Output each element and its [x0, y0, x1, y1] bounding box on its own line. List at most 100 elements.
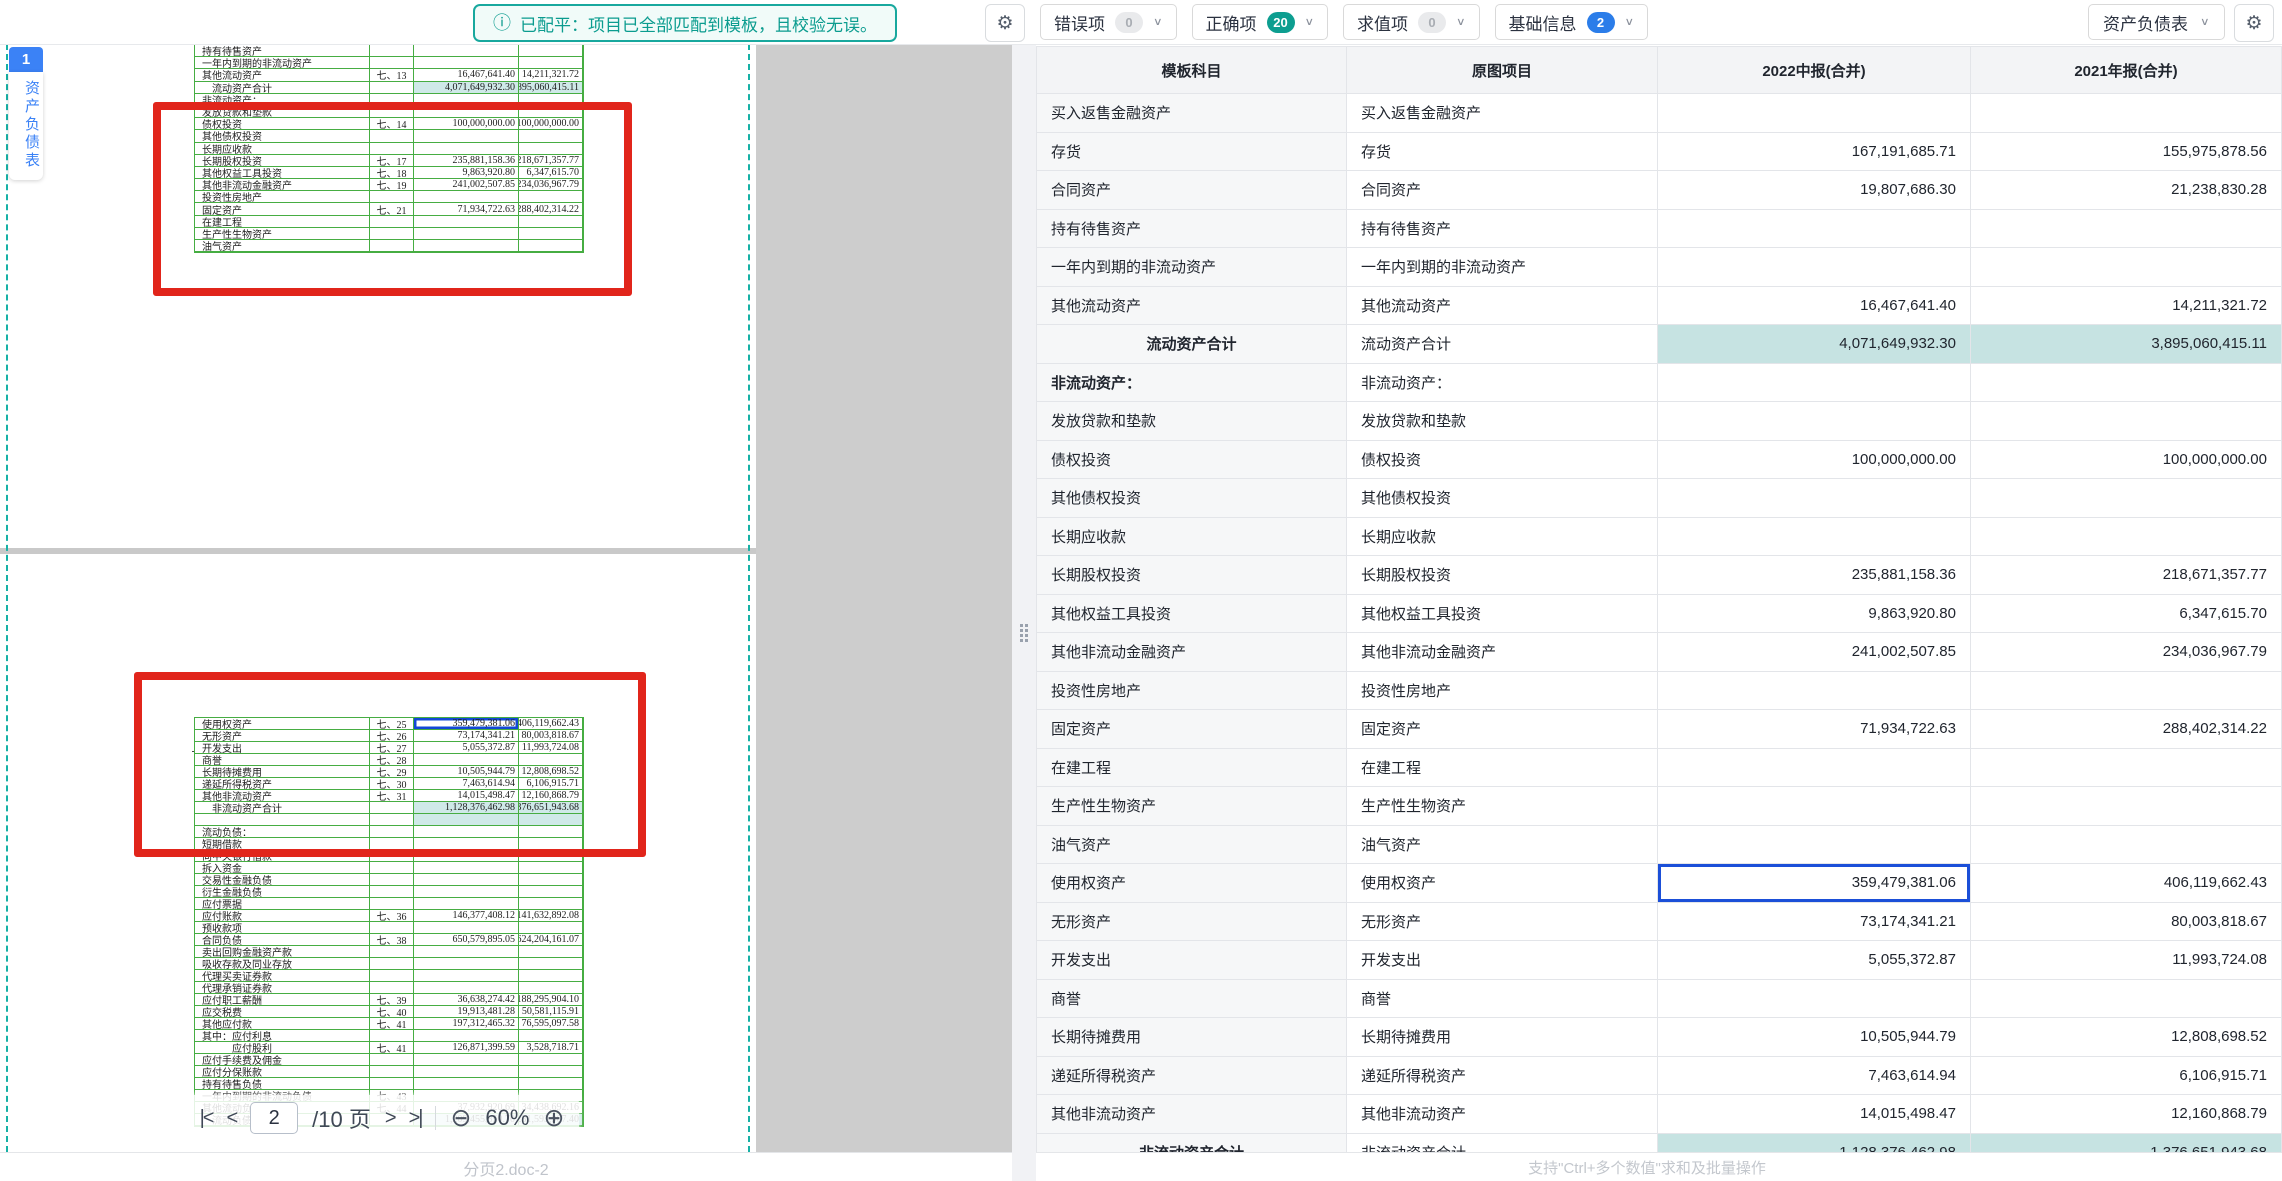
- value-2022-cell[interactable]: [1658, 826, 1971, 865]
- filter-button-1[interactable]: 错误项0∨: [1040, 4, 1177, 40]
- original-item-cell[interactable]: 长期应收款: [1347, 518, 1658, 557]
- value-2021-cell[interactable]: [1971, 787, 2281, 826]
- next-page-button[interactable]: >: [385, 1107, 395, 1130]
- zoom-in-button[interactable]: ⊕: [543, 1103, 564, 1133]
- value-2021-cell[interactable]: 288,402,314.22: [1971, 710, 2281, 749]
- value-2021-cell[interactable]: [1971, 402, 2281, 441]
- original-item-cell[interactable]: 油气资产: [1347, 826, 1658, 865]
- original-item-cell[interactable]: 使用权资产: [1347, 864, 1658, 903]
- original-item-cell[interactable]: 递延所得税资产: [1347, 1057, 1658, 1096]
- original-item-cell[interactable]: 固定资产: [1347, 710, 1658, 749]
- original-item-cell[interactable]: 在建工程: [1347, 749, 1658, 788]
- value-2021-cell[interactable]: 234,036,967.79: [1971, 633, 2281, 672]
- template-subject-cell[interactable]: 一年内到期的非流动资产: [1037, 248, 1347, 287]
- template-subject-cell[interactable]: 递延所得税资产: [1037, 1057, 1347, 1096]
- value-2022-cell[interactable]: 73,174,341.21: [1658, 903, 1971, 942]
- value-2021-cell[interactable]: 6,347,615.70: [1971, 595, 2281, 634]
- original-item-cell[interactable]: 合同资产: [1347, 171, 1658, 210]
- original-item-cell[interactable]: 非流动资产：: [1347, 364, 1658, 403]
- value-2021-cell[interactable]: [1971, 479, 2281, 518]
- template-subject-cell[interactable]: 买入返售金融资产: [1037, 94, 1347, 133]
- original-item-cell[interactable]: 其他流动资产: [1347, 287, 1658, 326]
- original-item-cell[interactable]: 存货: [1347, 133, 1658, 172]
- template-subject-cell[interactable]: 持有待售资产: [1037, 210, 1347, 249]
- original-item-cell[interactable]: 其他债权投资: [1347, 479, 1658, 518]
- template-subject-cell[interactable]: 发放贷款和垫款: [1037, 402, 1347, 441]
- value-2022-cell[interactable]: 235,881,158.36: [1658, 556, 1971, 595]
- value-2022-cell[interactable]: 10,505,944.79: [1658, 1018, 1971, 1057]
- value-2021-cell[interactable]: 21,238,830.28: [1971, 171, 2281, 210]
- value-2022-cell[interactable]: 19,807,686.30: [1658, 171, 1971, 210]
- sheet-tab-balance[interactable]: 1 资产负债表: [9, 47, 43, 180]
- settings-gear-icon-left[interactable]: ⚙: [985, 4, 1025, 42]
- value-2021-cell[interactable]: 12,160,868.79: [1971, 1095, 2281, 1134]
- value-2021-cell[interactable]: 14,211,321.72: [1971, 287, 2281, 326]
- value-2021-cell[interactable]: 6,106,915.71: [1971, 1057, 2281, 1096]
- value-2022-cell[interactable]: 100,000,000.00: [1658, 441, 1971, 480]
- value-2022-cell[interactable]: 241,002,507.85: [1658, 633, 1971, 672]
- value-2021-cell[interactable]: [1971, 94, 2281, 133]
- value-2022-cell[interactable]: [1658, 518, 1971, 557]
- value-2022-cell[interactable]: [1658, 94, 1971, 133]
- template-subject-cell[interactable]: 其他权益工具投资: [1037, 595, 1347, 634]
- original-item-cell[interactable]: 生产性生物资产: [1347, 787, 1658, 826]
- template-subject-cell[interactable]: 其他债权投资: [1037, 479, 1347, 518]
- value-2021-cell[interactable]: [1971, 248, 2281, 287]
- value-2022-cell[interactable]: 9,863,920.80: [1658, 595, 1971, 634]
- filter-button-3[interactable]: 求值项0∨: [1343, 4, 1480, 40]
- value-2021-cell[interactable]: [1971, 980, 2281, 1019]
- template-subject-cell[interactable]: 生产性生物资产: [1037, 787, 1347, 826]
- original-item-cell[interactable]: 发放贷款和垫款: [1347, 402, 1658, 441]
- original-item-cell[interactable]: 买入返售金融资产: [1347, 94, 1658, 133]
- template-subject-cell[interactable]: 在建工程: [1037, 749, 1347, 788]
- value-2021-cell[interactable]: 100,000,000.00: [1971, 441, 2281, 480]
- value-2022-cell[interactable]: [1658, 364, 1971, 403]
- template-subject-cell[interactable]: 投资性房地产: [1037, 672, 1347, 711]
- value-2022-cell[interactable]: [1658, 479, 1971, 518]
- value-2022-cell[interactable]: [1658, 749, 1971, 788]
- template-subject-cell[interactable]: 合同资产: [1037, 171, 1347, 210]
- template-subject-cell[interactable]: 无形资产: [1037, 903, 1347, 942]
- page-number-input[interactable]: 2: [250, 1102, 298, 1134]
- template-subject-cell[interactable]: 其他非流动金融资产: [1037, 633, 1347, 672]
- value-2021-cell[interactable]: 12,808,698.52: [1971, 1018, 2281, 1057]
- filter-button-4[interactable]: 基础信息2∨: [1495, 4, 1649, 40]
- original-item-cell[interactable]: 流动资产合计: [1347, 325, 1658, 364]
- original-item-cell[interactable]: 持有待售资产: [1347, 210, 1658, 249]
- template-subject-cell[interactable]: 长期应收款: [1037, 518, 1347, 557]
- value-2021-cell[interactable]: [1971, 826, 2281, 865]
- value-2022-cell[interactable]: 14,015,498.47: [1658, 1095, 1971, 1134]
- original-item-cell[interactable]: 一年内到期的非流动资产: [1347, 248, 1658, 287]
- template-subject-cell[interactable]: 非流动资产：: [1037, 364, 1347, 403]
- template-subject-cell[interactable]: 使用权资产: [1037, 864, 1347, 903]
- original-item-cell[interactable]: 债权投资: [1347, 441, 1658, 480]
- value-2022-cell[interactable]: [1658, 248, 1971, 287]
- value-2021-cell[interactable]: 80,003,818.67: [1971, 903, 2281, 942]
- value-2021-cell[interactable]: [1971, 749, 2281, 788]
- value-2022-cell[interactable]: 167,191,685.71: [1658, 133, 1971, 172]
- template-subject-cell[interactable]: 油气资产: [1037, 826, 1347, 865]
- sheet-selector-dropdown[interactable]: 资产负债表 ∨: [2088, 4, 2225, 40]
- value-2021-cell[interactable]: 406,119,662.43: [1971, 864, 2281, 903]
- value-2021-cell[interactable]: 3,895,060,415.11: [1971, 325, 2281, 364]
- template-subject-cell[interactable]: 其他非流动资产: [1037, 1095, 1347, 1134]
- value-2022-cell[interactable]: [1658, 980, 1971, 1019]
- template-subject-cell[interactable]: 存货: [1037, 133, 1347, 172]
- panel-splitter[interactable]: [1012, 44, 1036, 1181]
- value-2021-cell[interactable]: 11,993,724.08: [1971, 941, 2281, 980]
- template-subject-cell[interactable]: 固定资产: [1037, 710, 1347, 749]
- original-item-cell[interactable]: 商誉: [1347, 980, 1658, 1019]
- zoom-out-button[interactable]: ⊖: [450, 1103, 471, 1133]
- original-item-cell[interactable]: 投资性房地产: [1347, 672, 1658, 711]
- template-subject-cell[interactable]: 长期股权投资: [1037, 556, 1347, 595]
- template-subject-cell[interactable]: 长期待摊费用: [1037, 1018, 1347, 1057]
- value-2022-cell[interactable]: 16,467,641.40: [1658, 287, 1971, 326]
- value-2022-cell[interactable]: [1658, 787, 1971, 826]
- value-2021-cell[interactable]: 155,975,878.56: [1971, 133, 2281, 172]
- value-2022-cell[interactable]: 71,934,722.63: [1658, 710, 1971, 749]
- value-2021-cell[interactable]: [1971, 364, 2281, 403]
- template-subject-cell[interactable]: 流动资产合计: [1037, 325, 1347, 364]
- original-item-cell[interactable]: 长期股权投资: [1347, 556, 1658, 595]
- value-2021-cell[interactable]: [1971, 210, 2281, 249]
- template-subject-cell[interactable]: 债权投资: [1037, 441, 1347, 480]
